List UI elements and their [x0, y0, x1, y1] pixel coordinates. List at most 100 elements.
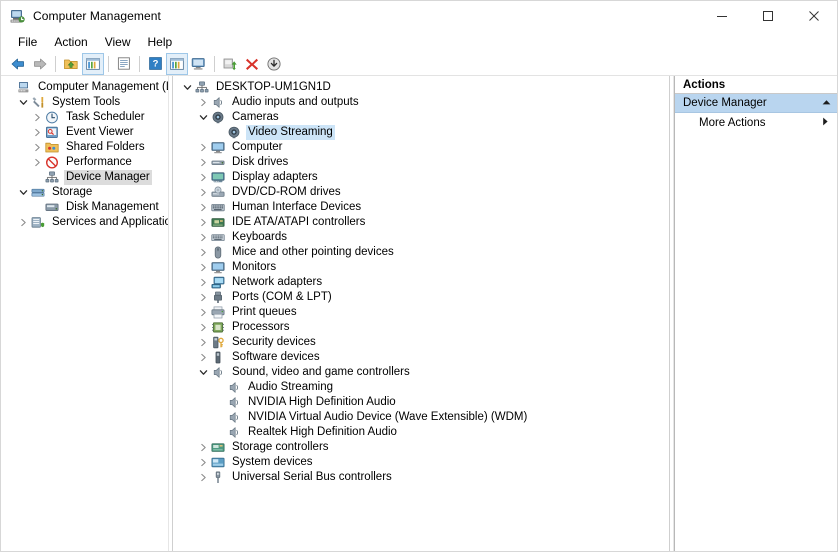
- device-tree-item-software-devices[interactable]: Software devices: [173, 350, 669, 365]
- device-tree-item-nvidia-virtual-audio-device-wave-extensible-wdm[interactable]: NVIDIA Virtual Audio Device (Wave Extens…: [173, 410, 669, 425]
- chevron-up-icon[interactable]: [822, 97, 831, 109]
- minimize-button[interactable]: [699, 1, 745, 31]
- device-tree-item-monitors[interactable]: Monitors: [173, 260, 669, 275]
- menu-file[interactable]: File: [10, 33, 46, 51]
- menu-action[interactable]: Action: [46, 33, 96, 51]
- chevron-right-icon[interactable]: [31, 158, 44, 167]
- show-hide-console-tree-icon[interactable]: [82, 52, 104, 75]
- chevron-right-icon[interactable]: [197, 353, 210, 362]
- chevron-right-icon[interactable]: [197, 188, 210, 197]
- chevron-right-icon[interactable]: [197, 203, 210, 212]
- forward-icon[interactable]: [29, 53, 51, 75]
- computer-management-window: Computer Management File Action View Hel…: [0, 0, 838, 552]
- actions-group-device-manager[interactable]: Device Manager: [675, 94, 837, 113]
- help-icon[interactable]: ?: [144, 53, 166, 75]
- update-driver-icon[interactable]: [219, 53, 241, 75]
- device-tree-item-storage-controllers[interactable]: Storage controllers: [173, 440, 669, 455]
- device-tree-item-audio-streaming[interactable]: Audio Streaming: [173, 380, 669, 395]
- console-tree-item-performance[interactable]: Performance: [1, 155, 168, 170]
- console-tree-item-computer-management-local[interactable]: Computer Management (Local: [1, 80, 168, 95]
- device-tree-item-dvd-cd-rom-drives[interactable]: DVD/CD-ROM drives: [173, 185, 669, 200]
- chevron-right-icon[interactable]: [197, 143, 210, 152]
- chevron-right-icon[interactable]: [197, 263, 210, 272]
- chevron-right-icon[interactable]: [197, 233, 210, 242]
- chevron-down-icon[interactable]: [197, 113, 210, 122]
- chevron-down-icon[interactable]: [17, 188, 30, 197]
- actions-pane: Actions Device Manager More Actions: [674, 76, 837, 551]
- chevron-right-icon[interactable]: [197, 158, 210, 167]
- device-tree-item-realtek-high-definition-audio[interactable]: Realtek High Definition Audio: [173, 425, 669, 440]
- menu-view[interactable]: View: [97, 33, 140, 51]
- network-adapter-icon: [210, 275, 226, 290]
- chevron-right-icon[interactable]: [197, 473, 210, 482]
- device-tree-item-human-interface-devices[interactable]: Human Interface Devices: [173, 200, 669, 215]
- chevron-right-icon[interactable]: [31, 143, 44, 152]
- chevron-right-icon[interactable]: [197, 293, 210, 302]
- console-tree-item-system-tools[interactable]: System Tools: [1, 95, 168, 110]
- console-tree-item-shared-folders[interactable]: Shared Folders: [1, 140, 168, 155]
- chevron-right-icon[interactable]: [197, 248, 210, 257]
- device-tree-item-nvidia-high-definition-audio[interactable]: NVIDIA High Definition Audio: [173, 395, 669, 410]
- device-tree-item-label: Monitors: [232, 261, 277, 273]
- main-body: Computer Management (Local System Tools Ta…: [1, 76, 837, 551]
- menu-help[interactable]: Help: [140, 33, 182, 51]
- device-tree-item-system-devices[interactable]: System devices: [173, 455, 669, 470]
- device-tree-item-computer[interactable]: Computer: [173, 140, 669, 155]
- chevron-right-icon[interactable]: [197, 173, 210, 182]
- action-more-actions[interactable]: More Actions: [675, 113, 837, 133]
- scan-hardware-changes-icon[interactable]: [188, 53, 210, 75]
- device-tree-item-cameras[interactable]: Cameras: [173, 110, 669, 125]
- chevron-right-icon[interactable]: [197, 458, 210, 467]
- chevron-right-icon[interactable]: [197, 308, 210, 317]
- device-tree-item-disk-drives[interactable]: Disk drives: [173, 155, 669, 170]
- device-tree-item-universal-serial-bus-controllers[interactable]: Universal Serial Bus controllers: [173, 470, 669, 485]
- console-tree-item-label: Storage: [52, 186, 93, 198]
- device-tree-item-audio-inputs-and-outputs[interactable]: Audio inputs and outputs: [173, 95, 669, 110]
- device-tree-item-mice-and-other-pointing-devices[interactable]: Mice and other pointing devices: [173, 245, 669, 260]
- chevron-down-icon[interactable]: [197, 368, 210, 377]
- chevron-right-icon[interactable]: [197, 218, 210, 227]
- device-tree-pane[interactable]: DESKTOP-UM1GN1D Audio inputs and outputs C…: [173, 76, 669, 551]
- device-tree-item-sound-video-and-game-controllers[interactable]: Sound, video and game controllers: [173, 365, 669, 380]
- console-tree-pane[interactable]: Computer Management (Local System Tools Ta…: [1, 76, 168, 551]
- console-tree-item-services-and-applications[interactable]: Services and Applications: [1, 215, 168, 230]
- device-tree-item-print-queues[interactable]: Print queues: [173, 305, 669, 320]
- device-tree-item-display-adapters[interactable]: Display adapters: [173, 170, 669, 185]
- device-tree-item-processors[interactable]: Processors: [173, 320, 669, 335]
- chevron-right-icon[interactable]: [822, 117, 829, 129]
- chevron-right-icon[interactable]: [197, 338, 210, 347]
- chevron-right-icon[interactable]: [17, 218, 30, 227]
- device-tree-item-desktop-um1gn1d[interactable]: DESKTOP-UM1GN1D: [173, 80, 669, 95]
- chevron-down-icon[interactable]: [181, 83, 194, 92]
- console-tree-item-disk-management[interactable]: Disk Management: [1, 200, 168, 215]
- menu-bar: File Action View Help: [1, 31, 837, 52]
- back-icon[interactable]: [7, 53, 29, 75]
- device-tree-item-keyboards[interactable]: Keyboards: [173, 230, 669, 245]
- properties-icon[interactable]: [113, 53, 135, 75]
- console-tree-item-device-manager[interactable]: Device Manager: [1, 170, 168, 185]
- console-tree-item-label: Performance: [66, 156, 132, 168]
- up-folder-icon[interactable]: [60, 53, 82, 75]
- device-tree-item-network-adapters[interactable]: Network adapters: [173, 275, 669, 290]
- window-title: Computer Management: [33, 9, 161, 23]
- chevron-down-icon[interactable]: [17, 98, 30, 107]
- console-tree-item-task-scheduler[interactable]: Task Scheduler: [1, 110, 168, 125]
- device-tree-item-video-streaming[interactable]: Video Streaming: [173, 125, 669, 140]
- chevron-right-icon[interactable]: [197, 443, 210, 452]
- console-tree-item-event-viewer[interactable]: Event Viewer: [1, 125, 168, 140]
- chevron-right-icon[interactable]: [197, 323, 210, 332]
- device-tree-item-label: Computer: [232, 141, 283, 153]
- chevron-right-icon[interactable]: [31, 113, 44, 122]
- device-tree-item-ide-ata-atapi-controllers[interactable]: IDE ATA/ATAPI controllers: [173, 215, 669, 230]
- chevron-right-icon[interactable]: [31, 128, 44, 137]
- chevron-right-icon[interactable]: [197, 278, 210, 287]
- chevron-right-icon[interactable]: [197, 98, 210, 107]
- uninstall-device-icon[interactable]: [241, 53, 263, 75]
- device-tree-item-security-devices[interactable]: Security devices: [173, 335, 669, 350]
- device-tree-item-ports-com-lpt[interactable]: Ports (COM & LPT): [173, 290, 669, 305]
- console-tree-item-storage[interactable]: Storage: [1, 185, 168, 200]
- maximize-button[interactable]: [745, 1, 791, 31]
- disable-device-icon[interactable]: [263, 53, 285, 75]
- close-button[interactable]: [791, 1, 837, 31]
- show-hide-action-pane-icon[interactable]: [166, 52, 188, 75]
